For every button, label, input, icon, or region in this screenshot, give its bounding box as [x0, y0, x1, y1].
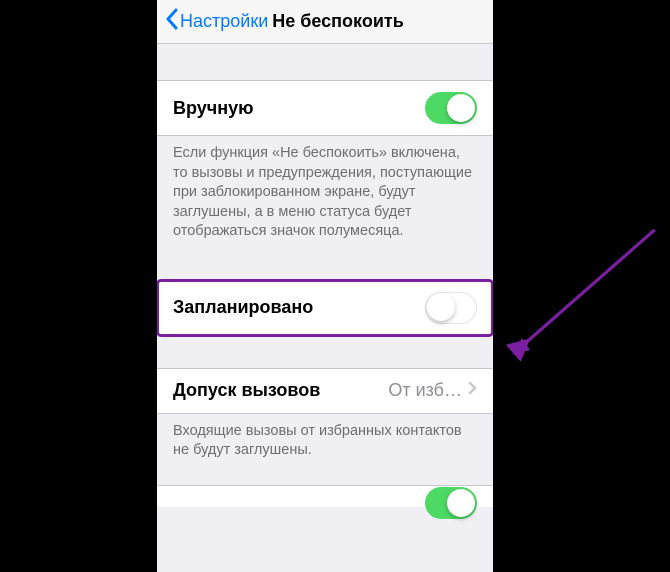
- allow-calls-value: От изб…: [388, 380, 462, 401]
- page-title: Не беспокоить: [272, 11, 404, 32]
- settings-screen: Настройки Не беспокоить Вручную Если фун…: [157, 0, 493, 572]
- allow-calls-footer: Входящие вызовы от избранных контактов н…: [157, 414, 493, 467]
- manual-toggle[interactable]: [425, 92, 477, 124]
- nav-bar: Настройки Не беспокоить: [157, 0, 493, 44]
- manual-row: Вручную: [157, 80, 493, 136]
- annotation-arrow: [500, 220, 670, 380]
- allow-calls-row[interactable]: Допуск вызовов От изб…: [157, 368, 493, 414]
- scheduled-label: Запланировано: [173, 297, 313, 318]
- scheduled-row: Запланировано: [157, 280, 493, 336]
- back-button[interactable]: Настройки: [165, 8, 268, 35]
- manual-label: Вручную: [173, 98, 253, 119]
- back-label: Настройки: [180, 11, 268, 32]
- chevron-left-icon: [165, 8, 178, 35]
- partial-row: [157, 485, 493, 507]
- content: Вручную Если функция «Не беспокоить» вкл…: [157, 44, 493, 572]
- manual-footer: Если функция «Не беспокоить» включена, т…: [157, 136, 493, 248]
- scheduled-toggle[interactable]: [425, 292, 477, 324]
- allow-calls-label: Допуск вызовов: [173, 380, 320, 401]
- chevron-right-icon: [468, 381, 477, 400]
- partial-toggle[interactable]: [425, 487, 477, 519]
